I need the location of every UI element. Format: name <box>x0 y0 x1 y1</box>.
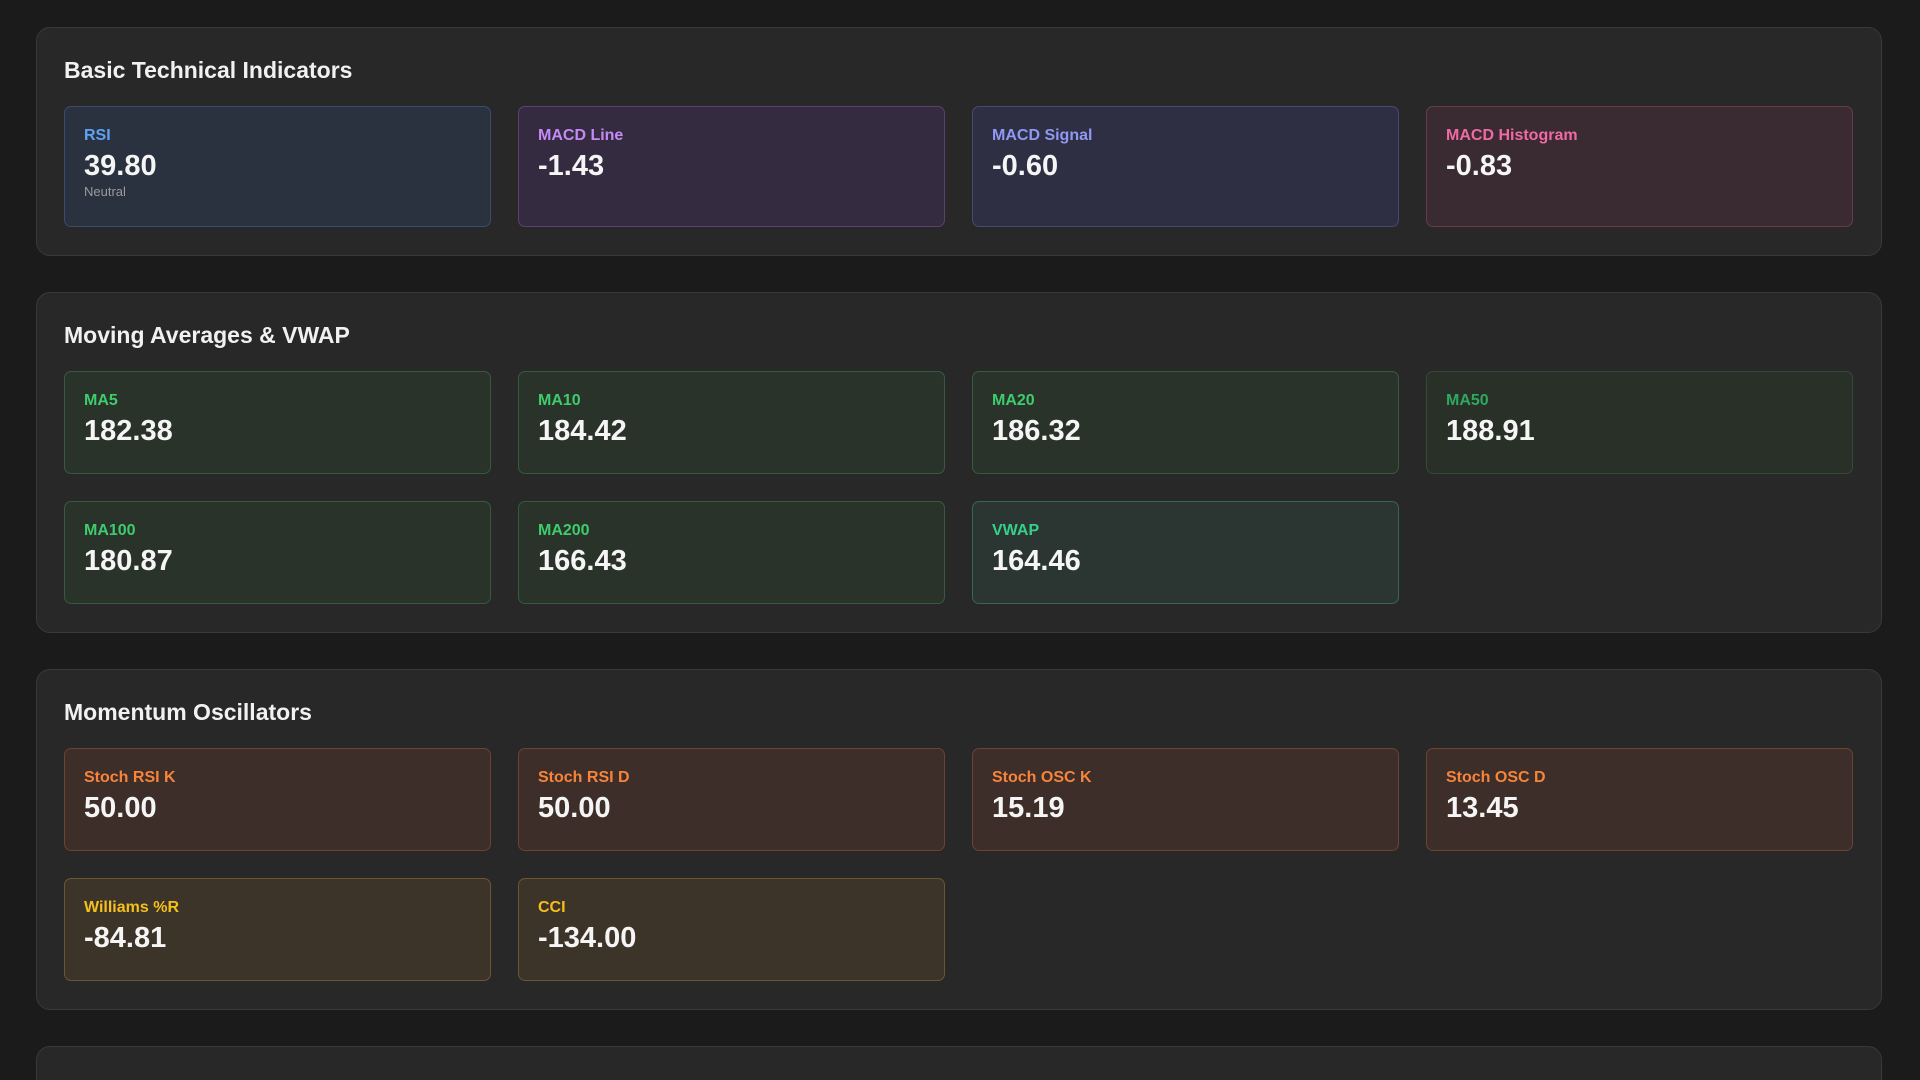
next-panel <box>36 1046 1882 1080</box>
card-label: MACD Line <box>538 127 624 144</box>
moving-averages-panel: Moving Averages & VWAP MA5 182.38 MA10 1… <box>36 292 1882 633</box>
card-value: -1.43 <box>538 150 605 182</box>
card-label: MA5 <box>84 392 118 409</box>
card-value: -134.00 <box>538 922 637 954</box>
card-label: Stoch OSC K <box>992 769 1092 786</box>
card-value: -84.81 <box>84 922 167 954</box>
card-value: 50.00 <box>538 792 611 824</box>
card-ma10[interactable]: MA10 184.42 <box>518 371 945 474</box>
card-rsi[interactable]: RSI 39.80 Neutral <box>64 106 491 227</box>
card-ma20[interactable]: MA20 186.32 <box>972 371 1399 474</box>
card-macd-line[interactable]: MACD Line -1.43 <box>518 106 945 227</box>
card-value: 182.38 <box>84 415 173 447</box>
moving-averages-grid: MA5 182.38 MA10 184.42 MA20 186.32 MA50 … <box>64 371 1854 604</box>
card-ma200[interactable]: MA200 166.43 <box>518 501 945 604</box>
card-stoch-osc-k[interactable]: Stoch OSC K 15.19 <box>972 748 1399 851</box>
card-stoch-rsi-d[interactable]: Stoch RSI D 50.00 <box>518 748 945 851</box>
card-label: MACD Histogram <box>1446 127 1578 144</box>
basic-indicators-panel: Basic Technical Indicators RSI 39.80 Neu… <box>36 27 1882 256</box>
card-label: Stoch RSI K <box>84 769 176 786</box>
card-label: Williams %R <box>84 899 179 916</box>
indicators-page: Basic Technical Indicators RSI 39.80 Neu… <box>0 0 1920 1080</box>
basic-indicators-grid: RSI 39.80 Neutral MACD Line -1.43 MACD S… <box>64 106 1854 227</box>
card-williams-r[interactable]: Williams %R -84.81 <box>64 878 491 981</box>
card-label: RSI <box>84 127 111 144</box>
card-label: MA200 <box>538 522 590 539</box>
card-value: 180.87 <box>84 545 173 577</box>
card-value: 39.80 <box>84 150 157 182</box>
card-vwap[interactable]: VWAP 164.46 <box>972 501 1399 604</box>
card-cci[interactable]: CCI -134.00 <box>518 878 945 981</box>
card-value: 13.45 <box>1446 792 1519 824</box>
rsi-status-text: Neutral <box>84 184 126 199</box>
card-label: MA50 <box>1446 392 1489 409</box>
card-ma50[interactable]: MA50 188.91 <box>1426 371 1853 474</box>
card-value: 15.19 <box>992 792 1065 824</box>
card-value: 186.32 <box>992 415 1081 447</box>
section-title-momentum: Momentum Oscillators <box>64 699 312 725</box>
card-value: 188.91 <box>1446 415 1535 447</box>
card-value: -0.83 <box>1446 150 1513 182</box>
card-label: MA20 <box>992 392 1035 409</box>
card-label: VWAP <box>992 522 1040 539</box>
card-stoch-rsi-k[interactable]: Stoch RSI K 50.00 <box>64 748 491 851</box>
card-value: 184.42 <box>538 415 627 447</box>
card-macd-histogram[interactable]: MACD Histogram -0.83 <box>1426 106 1853 227</box>
card-label: Stoch OSC D <box>1446 769 1546 786</box>
card-ma5[interactable]: MA5 182.38 <box>64 371 491 474</box>
card-label: MA100 <box>84 522 136 539</box>
card-label: MA10 <box>538 392 581 409</box>
momentum-oscillators-grid: Stoch RSI K 50.00 Stoch RSI D 50.00 Stoc… <box>64 748 1854 981</box>
card-label: CCI <box>538 899 566 916</box>
card-value: 166.43 <box>538 545 627 577</box>
card-label: MACD Signal <box>992 127 1093 144</box>
momentum-oscillators-panel: Momentum Oscillators Stoch RSI K 50.00 S… <box>36 669 1882 1010</box>
card-label: Stoch RSI D <box>538 769 630 786</box>
section-title-basic: Basic Technical Indicators <box>64 57 353 83</box>
card-ma100[interactable]: MA100 180.87 <box>64 501 491 604</box>
card-stoch-osc-d[interactable]: Stoch OSC D 13.45 <box>1426 748 1853 851</box>
card-value: -0.60 <box>992 150 1059 182</box>
card-value: 50.00 <box>84 792 157 824</box>
card-macd-signal[interactable]: MACD Signal -0.60 <box>972 106 1399 227</box>
card-value: 164.46 <box>992 545 1081 577</box>
section-title-moving-averages: Moving Averages & VWAP <box>64 322 350 348</box>
